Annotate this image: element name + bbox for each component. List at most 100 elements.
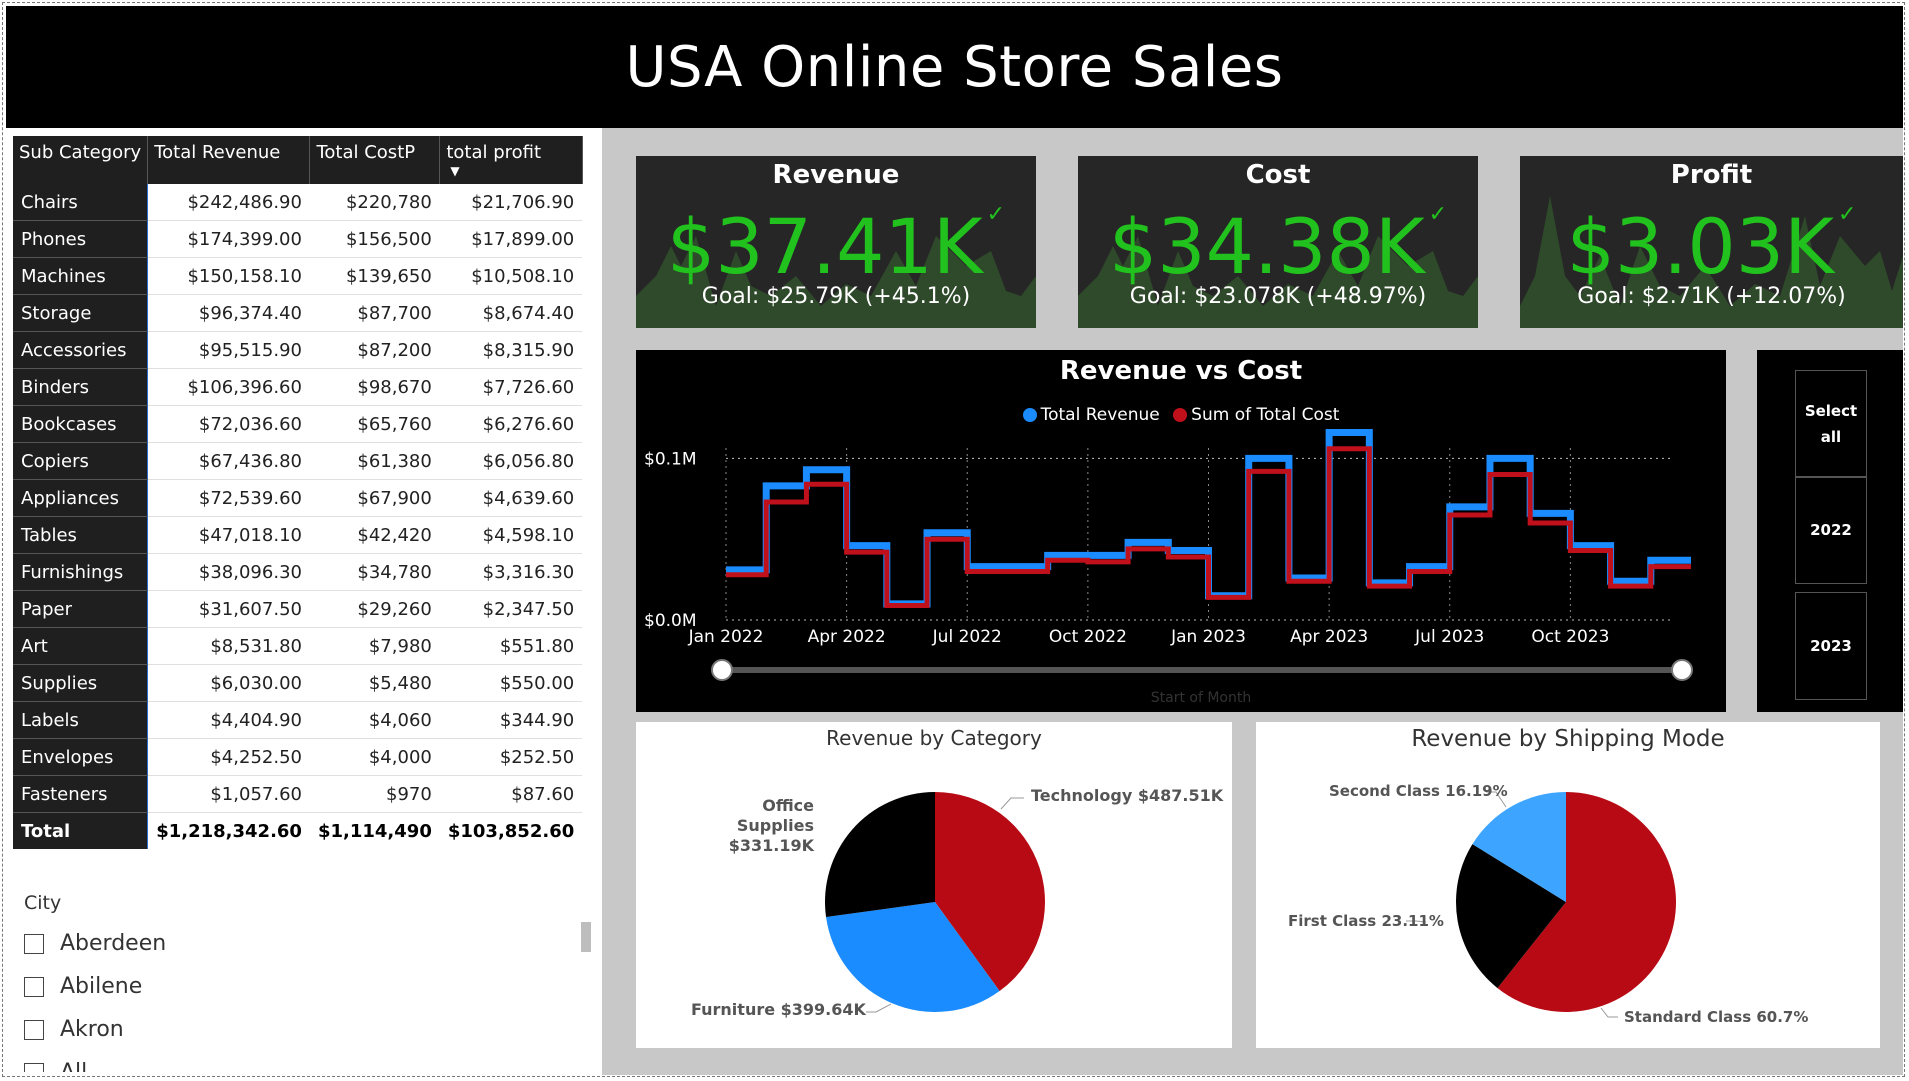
kpi-card-profit[interactable]: Profit $3.03K ✓ Goal: $2.71K (+12.07%)	[1520, 156, 1903, 328]
col-header-total-revenue[interactable]: Total Revenue	[147, 136, 311, 184]
cell-total-cost: $7,980	[309, 627, 440, 665]
kpi-card-cost[interactable]: Cost $34.38K ✓ Goal: $23.078K (+48.97%)	[1078, 156, 1478, 328]
table-row[interactable]: Tables $47,018.10 $42,420 $4,598.10	[13, 516, 583, 554]
year-option-2022[interactable]: 2022	[1795, 476, 1867, 584]
table-row[interactable]: Copiers $67,436.80 $61,380 $6,056.80	[13, 442, 583, 480]
pie-label-second-class: Second Class 16.19%	[1329, 782, 1508, 800]
table-row[interactable]: Accessories $95,515.90 $87,200 $8,315.90	[13, 331, 583, 369]
checkbox[interactable]	[24, 976, 44, 997]
cell-sub-category: Appliances	[13, 479, 149, 517]
pie-label-standard-class: Standard Class 60.7%	[1624, 1008, 1809, 1026]
kpi-title: Profit	[1670, 160, 1753, 190]
cell-total-profit: $8,315.90	[439, 331, 583, 369]
cell-total-revenue: $8,531.80	[147, 627, 310, 665]
report-title: USA Online Store Sales	[6, 6, 1903, 128]
table-row[interactable]: Labels $4,404.90 $4,060 $344.90	[13, 701, 583, 739]
table-row[interactable]: Art $8,531.80 $7,980 $551.80	[13, 627, 583, 665]
cell-total-revenue: $6,030.00	[147, 664, 310, 702]
cell-total-profit: $550.00	[439, 664, 583, 702]
city-option-akron[interactable]: Akron	[24, 1008, 584, 1051]
col-header-sub-category[interactable]: Sub Category	[13, 136, 149, 184]
cell-total-profit: $2,347.50	[439, 590, 583, 628]
table-row[interactable]: Paper $31,607.50 $29,260 $2,347.50	[13, 590, 583, 628]
year-option-2023[interactable]: 2023	[1795, 592, 1867, 700]
table-row[interactable]: Chairs $242,486.90 $220,780 $21,706.90	[13, 184, 583, 221]
table-body: Chairs $242,486.90 $220,780 $21,706.90 Phone…	[13, 184, 583, 849]
cell-sub-category: Tables	[13, 516, 149, 554]
date-range-end-handle[interactable]	[1671, 659, 1693, 681]
revenue-by-shipping-mode-chart[interactable]: Revenue by Shipping Mode Standard Class …	[1256, 722, 1880, 1048]
kpi-title: Revenue	[772, 160, 900, 190]
cell-total-profit: $4,598.10	[439, 516, 583, 554]
revenue-vs-cost-chart[interactable]: Revenue vs Cost Total Revenue Sum of Tot…	[636, 350, 1726, 712]
cell-total-profit: $8,674.40	[439, 294, 583, 332]
table-row[interactable]: Storage $96,374.40 $87,700 $8,674.40	[13, 294, 583, 332]
cell-total-revenue: $47,018.10	[147, 516, 310, 554]
col-header-total-profit[interactable]: total profit ▼	[439, 136, 583, 184]
x-tick-label: Jan 2023	[1170, 627, 1246, 647]
kpi-card-revenue[interactable]: Revenue $37.41K ✓ Goal: $25.79K (+45.1%)	[636, 156, 1036, 328]
leader-line	[866, 1003, 892, 1013]
table-row[interactable]: Machines $150,158.10 $139,650 $10,508.10	[13, 257, 583, 295]
x-tick-label: Jul 2023	[1414, 627, 1484, 647]
leader-line	[1000, 797, 1024, 810]
table-row[interactable]: Bookcases $72,036.60 $65,760 $6,276.60	[13, 405, 583, 443]
table-row[interactable]: Binders $106,396.60 $98,670 $7,726.60	[13, 368, 583, 406]
year-option-select-all[interactable]: Select all	[1795, 370, 1867, 478]
pie-slice-office-supplies[interactable]	[825, 792, 935, 918]
kpi-title: Cost	[1245, 160, 1311, 190]
cell-total-cost: $42,420	[309, 516, 440, 554]
cell-sub-category: Bookcases	[13, 405, 149, 443]
city-option-label: Aberdeen	[60, 931, 167, 956]
table-row[interactable]: Fasteners $1,057.60 $970 $87.60	[13, 775, 583, 813]
table-row[interactable]: Appliances $72,539.60 $67,900 $4,639.60	[13, 479, 583, 517]
leader-line	[1600, 1007, 1618, 1018]
checkbox[interactable]	[24, 1019, 44, 1040]
revenue-by-category-chart[interactable]: Revenue by Category Technology $487.51K …	[636, 722, 1232, 1048]
cell-total-profit: $87.60	[439, 775, 583, 813]
date-range-start-handle[interactable]	[711, 659, 733, 681]
city-slicer-title: City	[24, 892, 62, 914]
col-header-total-cost[interactable]: Total CostP	[309, 136, 441, 184]
checkbox[interactable]	[24, 933, 44, 954]
cell-total-cost: $220,780	[309, 184, 440, 221]
table-row[interactable]: Envelopes $4,252.50 $4,000 $252.50	[13, 738, 583, 776]
city-option-label: All	[60, 1060, 87, 1072]
checkmark-icon: ✓	[1428, 202, 1448, 227]
x-tick-label: Oct 2022	[1049, 627, 1127, 647]
table-row[interactable]: Phones $174,399.00 $156,500 $17,899.00	[13, 220, 583, 258]
city-option-abilene[interactable]: Abilene	[24, 965, 584, 1008]
cell-total-cost: $970	[309, 775, 440, 813]
cell-total-profit: $21,706.90	[439, 184, 583, 221]
table-row[interactable]: Supplies $6,030.00 $5,480 $550.00	[13, 664, 583, 702]
cell-total-profit: $10,508.10	[439, 257, 583, 295]
cell-sub-category: Envelopes	[13, 738, 149, 776]
cell-total-cost: $61,380	[309, 442, 440, 480]
cell-sub-category: Paper	[13, 590, 149, 628]
line-chart-plot: Jan 2022 Apr 2022 Jul 2022 Oct 2022 Jan 2023…	[644, 429, 1693, 706]
table-row[interactable]: Furnishings $38,096.30 $34,780 $3,316.30	[13, 553, 583, 591]
city-option-all[interactable]: All	[24, 1051, 584, 1072]
x-tick-label: Jul 2022	[932, 627, 1002, 647]
x-tick-label: Apr 2023	[1290, 627, 1368, 647]
cell-total-revenue: $150,158.10	[147, 257, 310, 295]
checkbox[interactable]	[24, 1062, 44, 1072]
cell-total-cost: $87,200	[309, 331, 440, 369]
cell-total-profit: $6,056.80	[439, 442, 583, 480]
cell-total-profit: $17,899.00	[439, 220, 583, 258]
table-total-row[interactable]: Total $1,218,342.60 $1,114,490 $103,852.60	[13, 812, 582, 849]
cell-total-cost: $29,260	[309, 590, 440, 628]
subcategory-table: Sub Category Total Revenue Total CostP t…	[13, 136, 583, 849]
pie-label-furniture: Furniture $399.64K	[691, 1000, 866, 1019]
city-option-aberdeen[interactable]: Aberdeen	[24, 922, 584, 965]
pie-chart-plot	[1406, 791, 1676, 1018]
kpi-value: $3.03K ✓	[1520, 202, 1903, 291]
cell-total-cost: $34,780	[309, 553, 440, 591]
city-option-label: Abilene	[60, 974, 143, 999]
kpi-value: $37.41K ✓	[636, 202, 1036, 291]
cell-sub-category: Chairs	[13, 184, 149, 221]
sort-descending-icon: ▼	[450, 164, 460, 178]
city-slicer-scrollbar[interactable]	[581, 922, 591, 952]
cell-sub-category: Fasteners	[13, 775, 149, 813]
kpi-value-text: $37.41K	[666, 202, 983, 291]
